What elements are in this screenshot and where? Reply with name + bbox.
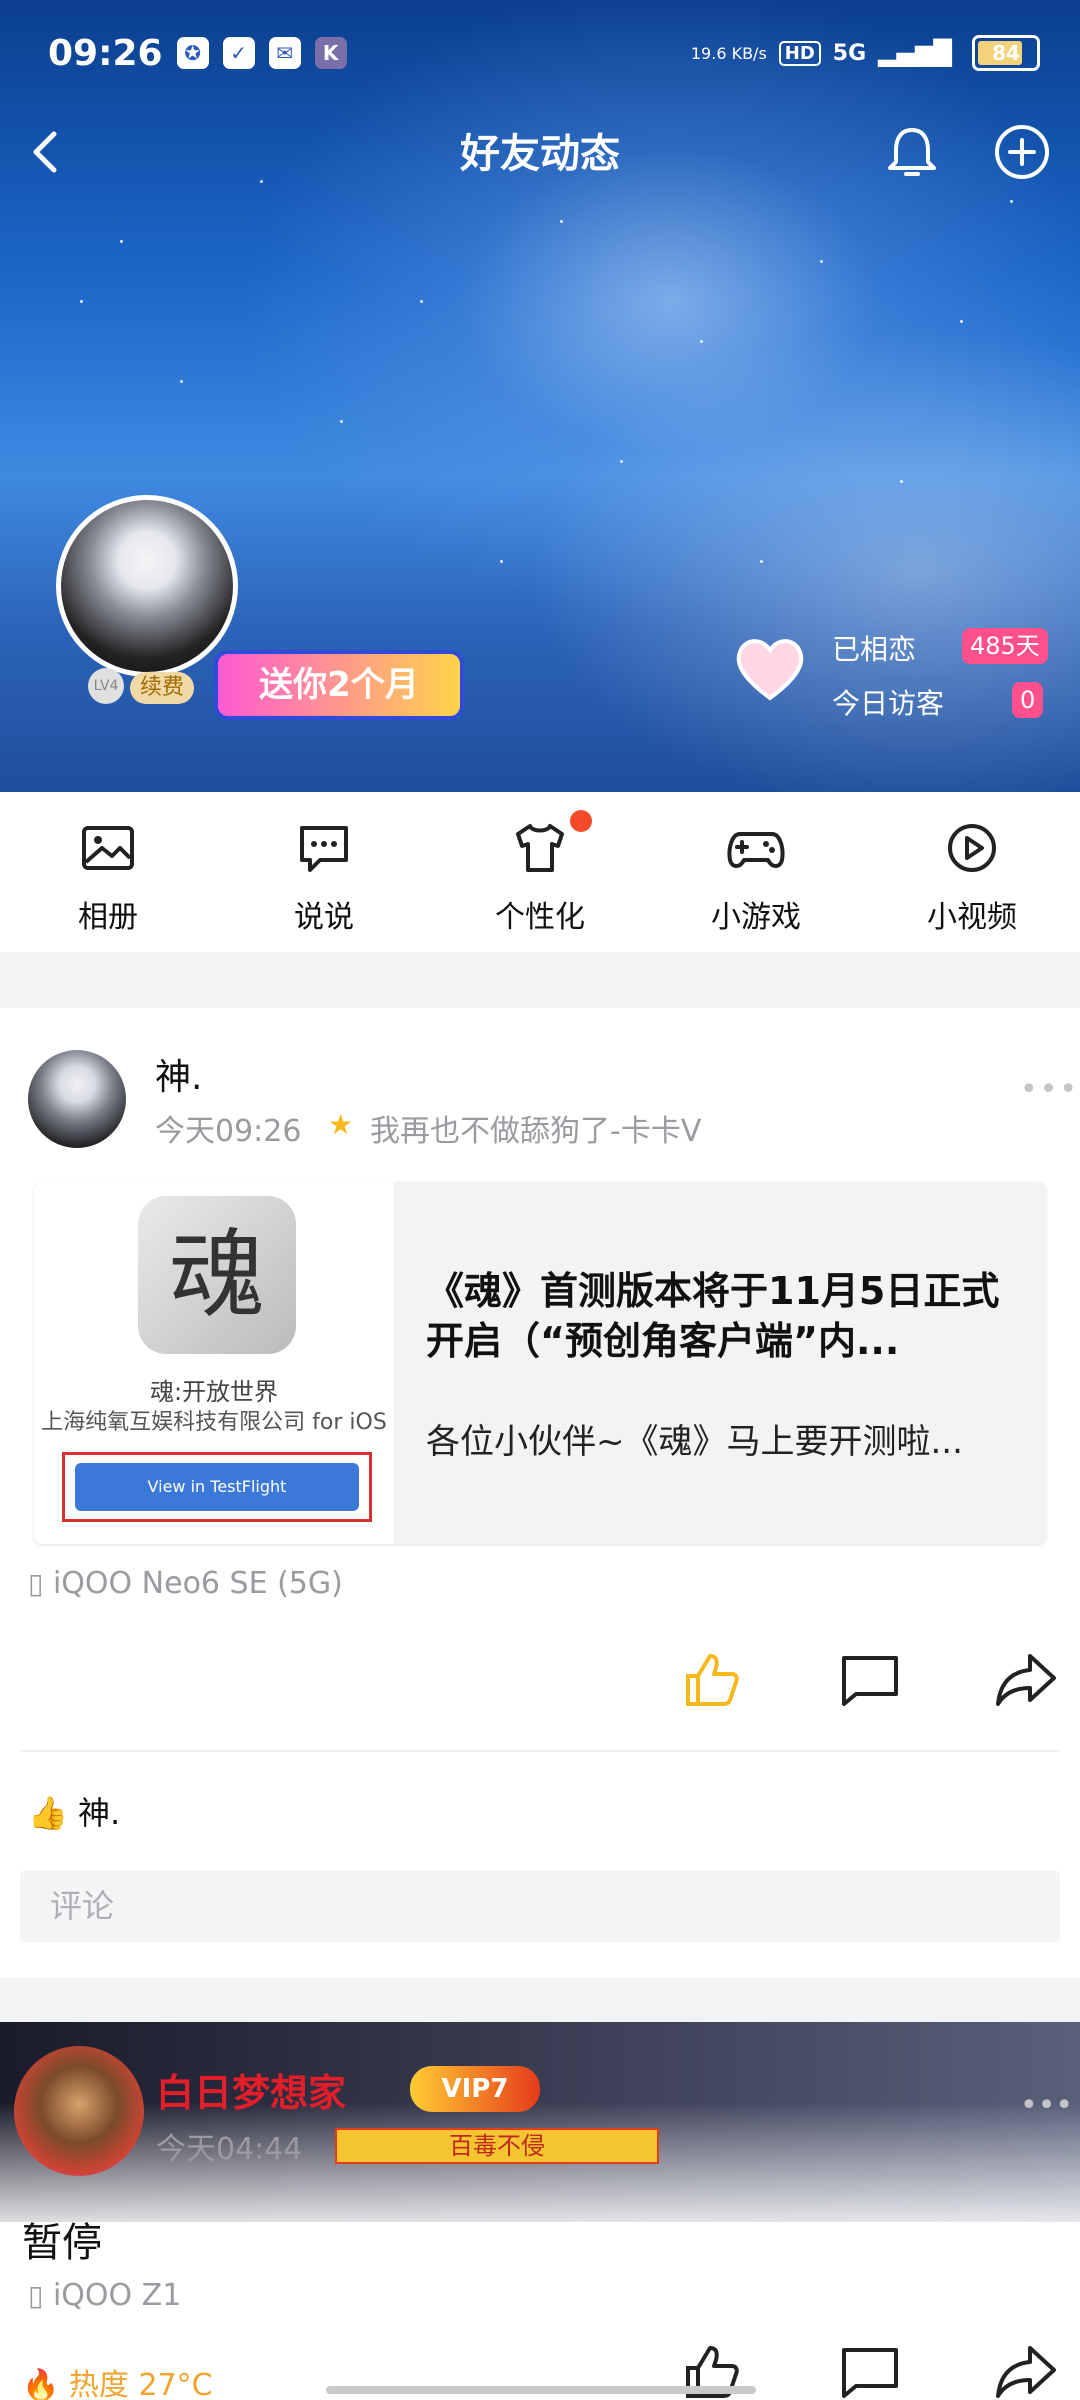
gift-banner[interactable]: 送你2个月 — [214, 650, 464, 720]
shortcut-minigames[interactable]: 小游戏 — [648, 792, 864, 952]
status-bar: 09:26 ✪ ✓ ✉ K 19.6 KB/s HD 5G ▂▄▆█ 84 — [48, 28, 1040, 78]
shared-subtitle: 各位小伙伴~《魂》马上要开测啦... — [426, 1422, 963, 1462]
level-badge: LV4 — [88, 668, 124, 704]
back-arrow-icon[interactable] — [20, 124, 76, 180]
gamepad-icon — [727, 832, 785, 868]
comment-input[interactable]: 评论 — [20, 1870, 1060, 1942]
post-author-avatar[interactable] — [28, 1050, 126, 1148]
signal-bars-icon: ▂▄▆█ — [878, 39, 952, 67]
shortcut-moments[interactable]: 说说 — [216, 792, 432, 952]
post-content[interactable]: 暂停 — [22, 2210, 102, 2268]
top-navigation: 好友动态 — [0, 110, 1080, 190]
divider — [20, 1750, 1060, 1752]
check-icon: ✓ — [222, 37, 255, 69]
bell-icon[interactable] — [880, 120, 944, 184]
more-options-icon[interactable]: ••• — [1020, 1072, 1079, 1107]
more-options-icon[interactable]: ••• — [1020, 2088, 1073, 2123]
notification-app-icon: ✪ — [176, 37, 209, 69]
thumbs-up-icon[interactable] — [680, 1648, 744, 1712]
play-circle-icon — [948, 824, 996, 872]
heat-indicator: 🔥 热度 27°C — [22, 2360, 213, 2400]
k-app-icon: K — [314, 37, 347, 69]
post-time: 今天09:26 — [155, 1114, 302, 1149]
flame-icon: 🔥 — [22, 2368, 60, 2400]
post-author-name[interactable]: 神. — [155, 1048, 202, 1100]
shared-thumbnail: 魂 魂:开放世界 上海纯氧互娱科技有限公司 for iOS View in Te… — [34, 1182, 394, 1544]
post-device: ▯ iQOO Z1 — [28, 2278, 182, 2313]
heart-icon[interactable] — [730, 628, 810, 708]
in-love-days: 485天 — [962, 628, 1048, 664]
network-speed: 19.6 KB/s — [690, 43, 767, 63]
music-star-icon: ★ — [328, 1108, 354, 1141]
photo-album-icon — [82, 826, 134, 870]
view-in-testflight-button: View in TestFlight — [75, 1463, 359, 1511]
post-signature[interactable]: 我再也不做舔狗了-卡卡V — [370, 1106, 701, 1150]
thumbs-up-small-icon: 👍 — [28, 1794, 68, 1832]
in-love-label: 已相恋 — [832, 633, 917, 666]
tshirt-icon — [516, 824, 564, 872]
profile-avatar[interactable] — [56, 495, 238, 677]
profile-cover[interactable]: 09:26 ✪ ✓ ✉ K 19.6 KB/s HD 5G ▂▄▆█ 84 好友… — [0, 0, 1080, 792]
shortcut-short-video[interactable]: 小视频 — [864, 792, 1080, 952]
chat-bubble-icon — [300, 826, 348, 872]
battery-icon: 84 — [972, 35, 1040, 71]
phone-icon: ▯ — [28, 2279, 44, 2312]
post-tag: 百毒不侵 — [335, 2128, 659, 2164]
shortcut-album[interactable]: 相册 — [0, 792, 216, 952]
app-company: 上海纯氧互娱科技有限公司 for iOS — [41, 1410, 387, 1435]
post-time: 今天04:44 — [156, 2132, 303, 2167]
renew-badge[interactable]: 续费 — [130, 672, 195, 704]
page-title: 好友动态 — [460, 131, 620, 177]
shared-link-card[interactable]: 魂 魂:开放世界 上海纯氧互娱科技有限公司 for iOS View in Te… — [34, 1182, 1046, 1544]
post-device: ▯ iQOO Neo6 SE (5G) — [28, 1566, 343, 1601]
signal-5g: 5G — [832, 40, 867, 66]
visitors-count: 0 — [1012, 682, 1044, 718]
comment-icon[interactable] — [838, 2340, 902, 2400]
app-name: 魂:开放世界 — [149, 1378, 279, 1406]
add-circle-icon[interactable] — [990, 120, 1054, 184]
visitors-label[interactable]: 今日访客 — [832, 682, 944, 722]
app-icon: 魂 — [138, 1196, 296, 1354]
comment-icon[interactable] — [838, 1648, 902, 1712]
phone-icon: ▯ — [28, 1567, 44, 1600]
vip-badge[interactable]: VIP7 — [410, 2066, 540, 2112]
testflight-highlight: View in TestFlight — [62, 1452, 372, 1522]
message-icon: ✉ — [268, 37, 301, 69]
post-actions — [0, 1648, 1080, 1728]
hd-badge: HD — [778, 40, 821, 66]
shortcut-bar: 相册 说说 个性化 小游戏 小视频 — [0, 792, 1080, 952]
notification-dot — [570, 810, 592, 832]
liked-by[interactable]: 👍 神. — [28, 1788, 120, 1834]
status-time: 09:26 — [48, 32, 163, 74]
share-icon[interactable] — [994, 2340, 1058, 2400]
shared-title: 《魂》首测版本将于11月5日正式开启（“预创角客户端”内... — [426, 1269, 1000, 1363]
feed-post: 神. 今天09:26 ★ 我再也不做舔狗了-卡卡V ••• 魂 魂:开放世界 上… — [0, 1008, 1080, 1978]
feed-post-2: 白日梦想家 VIP7 今天04:44 百毒不侵 ••• 暂停 ▯ iQOO Z1… — [0, 2022, 1080, 2400]
post-author-avatar[interactable] — [14, 2046, 144, 2176]
share-icon[interactable] — [994, 1648, 1058, 1712]
shortcut-personalize[interactable]: 个性化 — [432, 792, 648, 952]
home-indicator[interactable] — [326, 2386, 756, 2394]
post-author-name[interactable]: 白日梦想家 — [156, 2062, 346, 2117]
